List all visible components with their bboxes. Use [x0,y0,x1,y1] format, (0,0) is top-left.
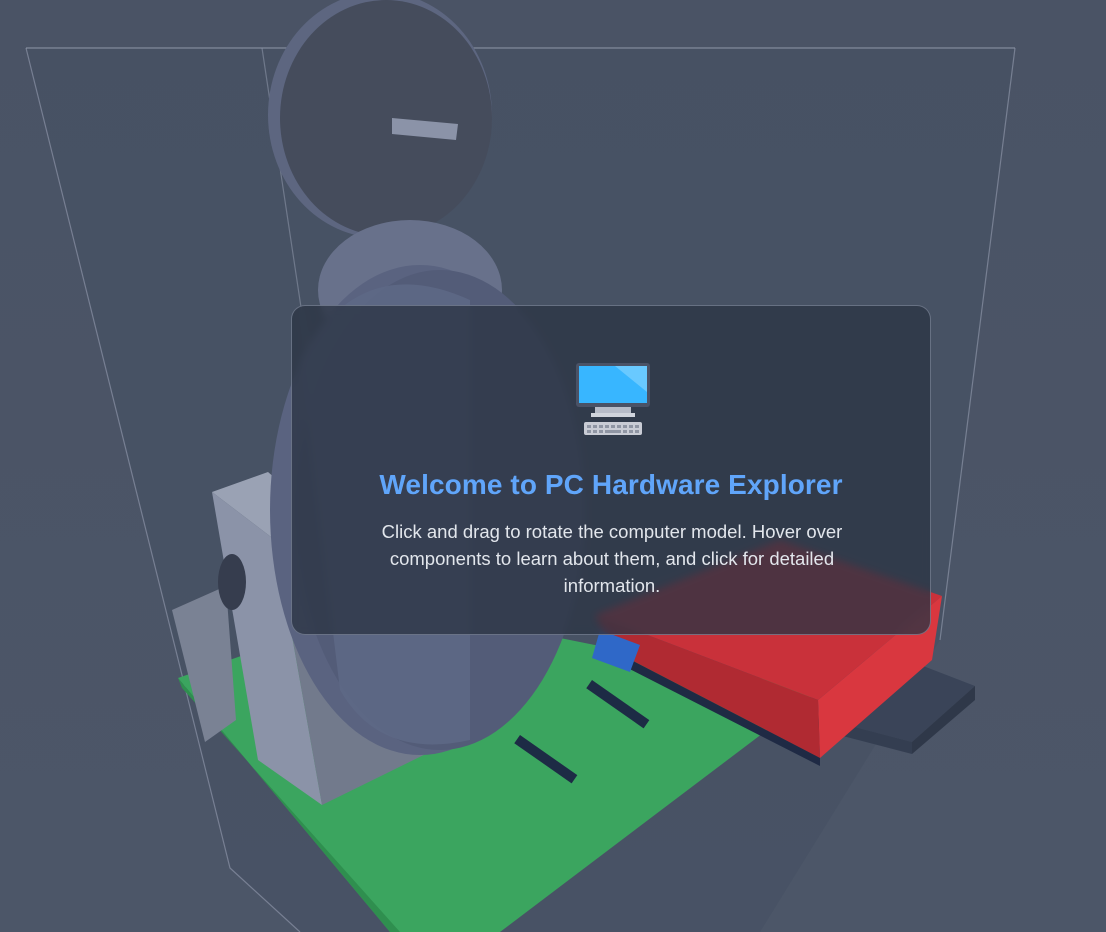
welcome-overlay: Welcome to PC Hardware Explorer Click an… [291,305,931,635]
desktop-computer-icon [576,363,650,435]
welcome-title: Welcome to PC Hardware Explorer [379,469,843,500]
welcome-instructions: Click and drag to rotate the computer mo… [381,521,843,596]
